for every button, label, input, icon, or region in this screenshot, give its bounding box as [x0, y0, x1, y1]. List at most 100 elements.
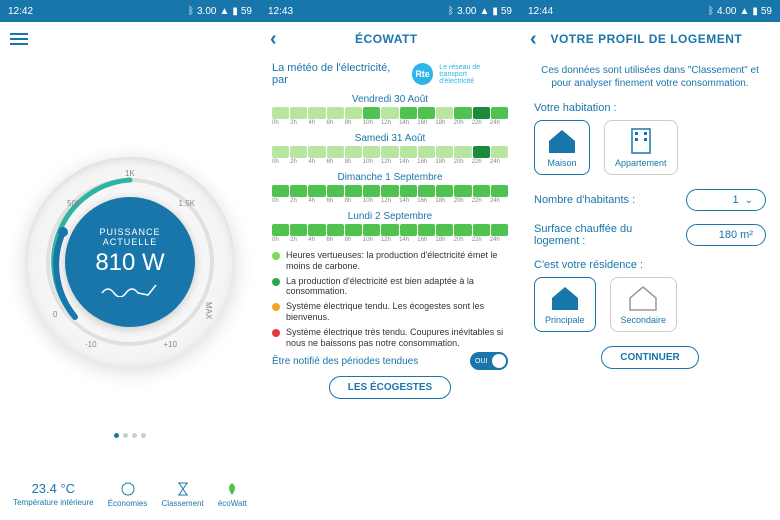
bottom-nav: 23.4 °C Température intérieure Économies… — [0, 468, 260, 520]
hour-bar — [272, 185, 508, 197]
hour-cell — [491, 185, 508, 197]
tick-1.5k: 1.5K — [179, 199, 195, 208]
hour-cell — [454, 185, 471, 197]
day-block: Vendredi 30 Août 0h2h4h6h8h10h12h14h16h18… — [272, 94, 508, 126]
temp-value: 23.4 °C — [32, 481, 76, 496]
back-button[interactable]: ‹ — [270, 28, 277, 51]
choice-secondaire[interactable]: Secondaire — [610, 277, 678, 332]
hourglass-icon — [175, 481, 191, 497]
wifi-icon: ▲ — [219, 6, 229, 17]
hour-cell — [381, 224, 398, 236]
occupants-select[interactable]: 1⌄ — [686, 189, 766, 211]
ecogestes-button[interactable]: LES ÉCOGESTES — [329, 376, 451, 399]
day-name: Lundi 2 Septembre — [272, 211, 508, 222]
legend-text: Heures vertueuses: la production d'élect… — [286, 250, 508, 272]
toggle-label: OUI — [475, 358, 487, 365]
hour-cell — [381, 185, 398, 197]
continue-button[interactable]: CONTINUER — [601, 346, 698, 369]
forecast-days: Vendredi 30 Août 0h2h4h6h8h10h12h14h16h18… — [272, 94, 508, 243]
occupants-field: Nombre d'habitants : 1⌄ — [534, 189, 766, 211]
hour-cell — [308, 224, 325, 236]
building-icon — [624, 127, 658, 155]
status-bar: 12:44 ᛒ4.00▲▮59 — [520, 0, 780, 22]
gauge-area[interactable]: 0 500 1K 1.5K MAX -10 +10 PUISSANCE ACTU… — [0, 56, 260, 468]
hour-bar — [272, 107, 508, 119]
house-filled-icon — [548, 284, 582, 312]
hour-cell — [345, 146, 362, 158]
hour-cell — [418, 185, 435, 197]
status-icons: ᛒ 3.00 ▲ ▮ 59 — [188, 6, 252, 17]
hour-cell — [290, 146, 307, 158]
hour-cell — [418, 107, 435, 119]
hour-cell — [290, 224, 307, 236]
surface-input[interactable]: 180 m² — [686, 224, 766, 246]
tick-max: MAX — [204, 302, 213, 319]
hour-cell — [272, 107, 289, 119]
signal-icon: ▮ — [232, 6, 238, 17]
legend-row: Système électrique tendu. Les écogestes … — [272, 301, 508, 323]
hour-cell — [454, 107, 471, 119]
day-name: Dimanche 1 Septembre — [272, 172, 508, 183]
legend: Heures vertueuses: la production d'élect… — [272, 250, 508, 348]
ecowatt-body: La météo de l'électricité, par Rte Le ré… — [260, 56, 520, 520]
hour-cell — [473, 224, 490, 236]
back-button[interactable]: ‹ — [530, 28, 537, 51]
hour-cell — [308, 107, 325, 119]
hour-cell — [400, 146, 417, 158]
choice-maison[interactable]: Maison — [534, 120, 590, 175]
hour-cell — [418, 224, 435, 236]
hour-cell — [436, 146, 453, 158]
bt-icon: ᛒ — [188, 6, 194, 17]
menu-button[interactable] — [10, 33, 28, 45]
choice-appartement[interactable]: Appartement — [604, 120, 678, 175]
notification-row: Être notifié des périodes tendues OUI — [272, 352, 508, 370]
tick-0: 0 — [53, 310, 57, 319]
hour-bar — [272, 146, 508, 158]
hour-cell — [363, 224, 380, 236]
piggy-icon — [120, 481, 136, 497]
header: ‹ VOTRE PROFIL DE LOGEMENT — [520, 22, 780, 56]
day-name: Vendredi 30 Août — [272, 94, 508, 105]
legend-dot — [272, 329, 280, 337]
hour-cell — [345, 224, 362, 236]
hour-cell — [491, 107, 508, 119]
hour-labels: 0h2h4h6h8h10h12h14h16h18h20h22h24h — [272, 120, 508, 126]
legend-text: La production d'électricité est bien ada… — [286, 276, 508, 298]
hour-cell — [381, 107, 398, 119]
tick-pos10: +10 — [163, 340, 177, 349]
house-icon — [545, 127, 579, 155]
hour-cell — [491, 224, 508, 236]
hour-cell — [363, 146, 380, 158]
hour-cell — [327, 107, 344, 119]
screen-housing-profile: 12:44 ᛒ4.00▲▮59 ‹ VOTRE PROFIL DE LOGEME… — [520, 0, 780, 520]
nav-ranking[interactable]: Classement — [161, 481, 203, 508]
legend-dot — [272, 303, 280, 311]
notif-toggle[interactable]: OUI — [470, 352, 508, 370]
hour-cell — [400, 224, 417, 236]
notif-label: Être notifié des périodes tendues — [272, 356, 418, 367]
net-speed: 3.00 — [197, 6, 216, 17]
profile-body: Ces données sont utilisées dans "Classem… — [520, 56, 780, 520]
residence-choices: Principale Secondaire — [534, 277, 766, 332]
hour-cell — [400, 107, 417, 119]
hour-cell — [454, 146, 471, 158]
nav-temperature[interactable]: 23.4 °C Température intérieure — [13, 481, 93, 507]
legend-row: La production d'électricité est bien ada… — [272, 276, 508, 298]
hour-cell — [272, 224, 289, 236]
hour-cell — [491, 146, 508, 158]
page-title: ÉCOWATT — [277, 32, 496, 46]
page-dots[interactable] — [114, 433, 146, 438]
hour-cell — [345, 107, 362, 119]
leaf-icon — [224, 481, 240, 497]
toggle-knob — [492, 354, 506, 368]
nav-savings[interactable]: Économies — [108, 481, 148, 508]
hour-cell — [272, 146, 289, 158]
hour-cell — [272, 185, 289, 197]
hour-cell — [454, 224, 471, 236]
hour-cell — [418, 146, 435, 158]
legend-row: Heures vertueuses: la production d'élect… — [272, 250, 508, 272]
legend-row: Système électrique très tendu. Coupures … — [272, 327, 508, 349]
nav-ecowatt[interactable]: écoWatt — [218, 481, 247, 508]
choice-principale[interactable]: Principale — [534, 277, 596, 332]
screen-ecowatt: 12:43 ᛒ3.00▲▮59 ‹ ÉCOWATT La météo de l'… — [260, 0, 520, 520]
